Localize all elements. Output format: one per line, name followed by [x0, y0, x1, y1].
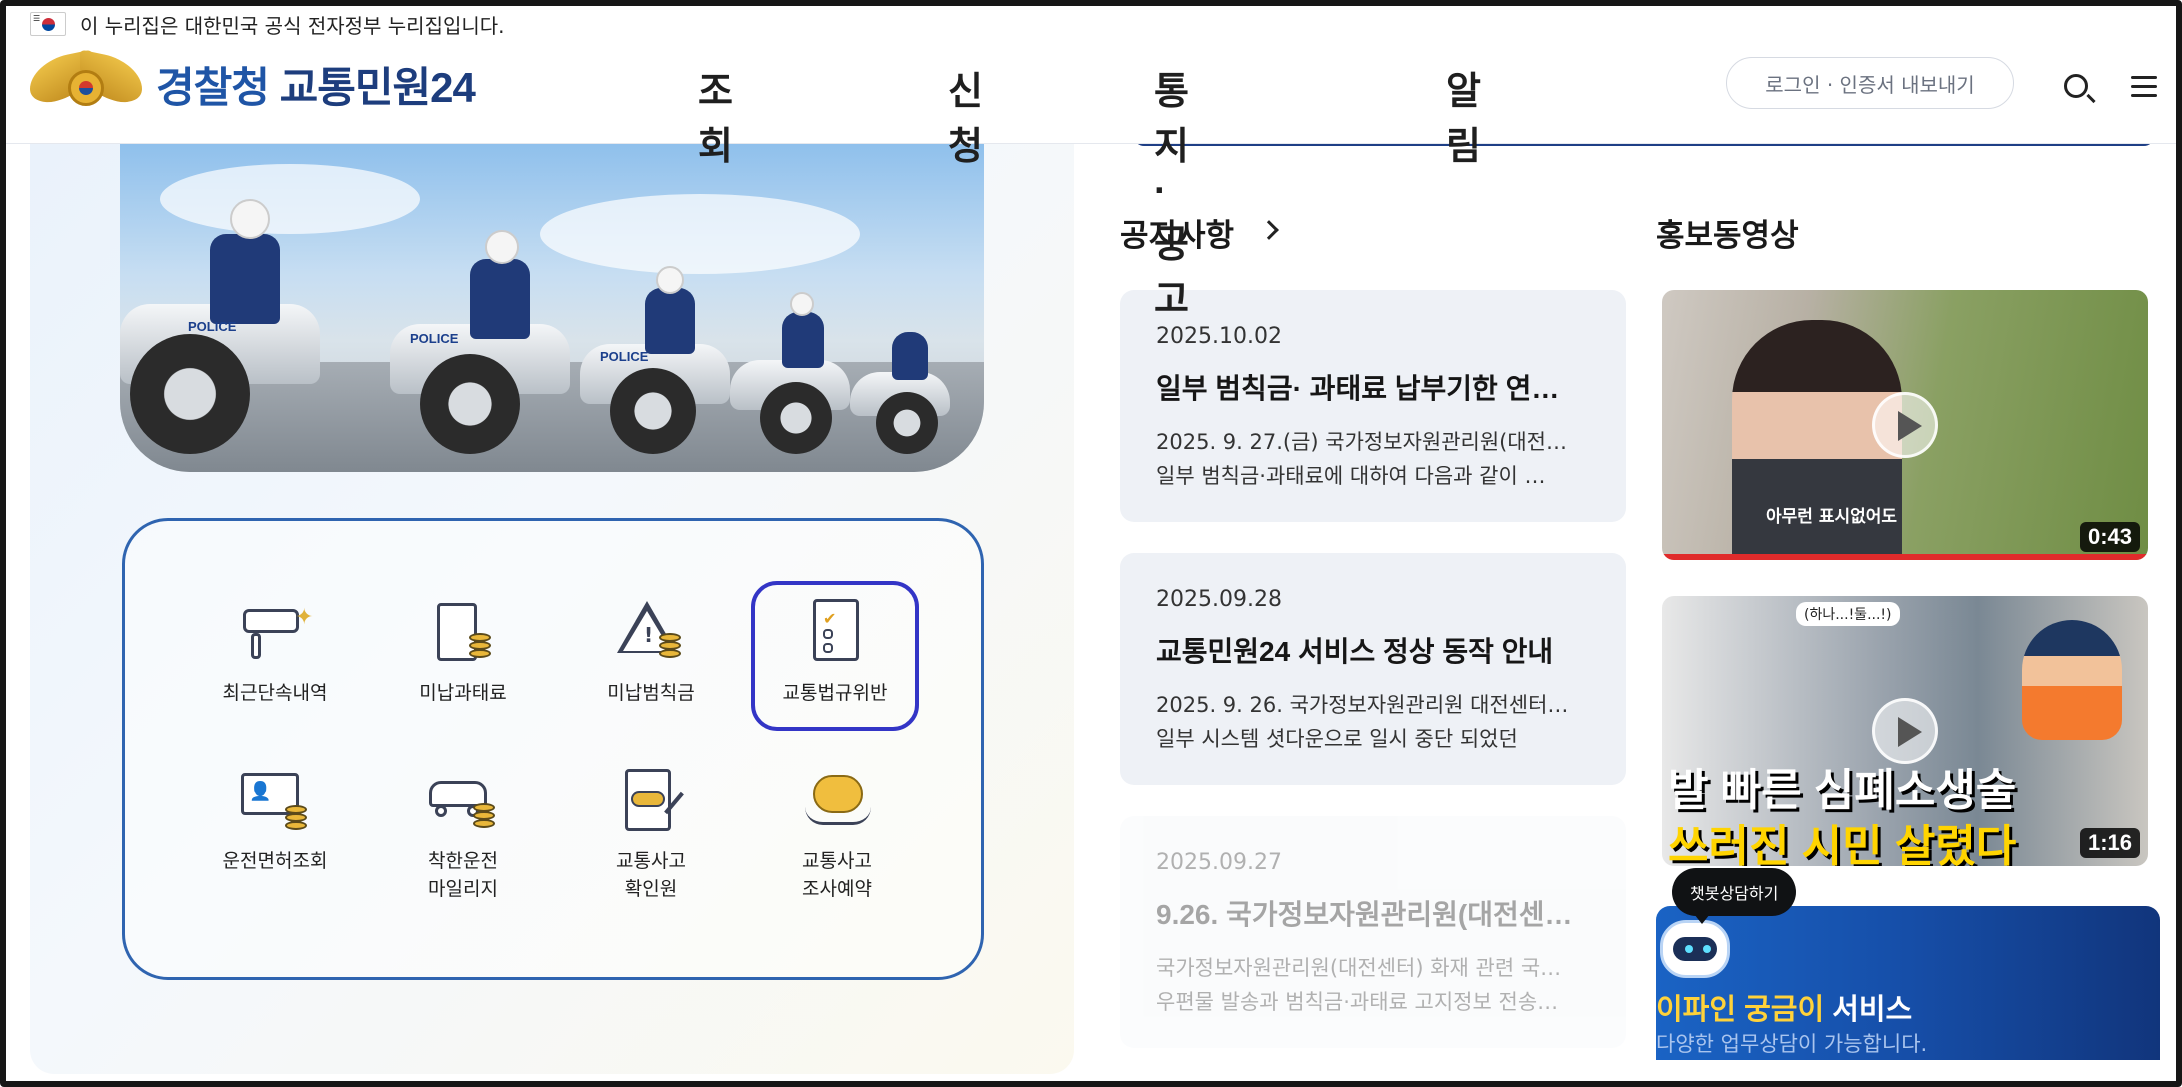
chevron-right-icon[interactable] — [1259, 220, 1279, 240]
service-shortcuts-box: ✦ 최근단속내역 미납과태료 ! 미납범칙금 ✔ 교통법규위반 👤 운전면허조회… — [122, 518, 984, 980]
notice-excerpt-line: 일부 범칙금·과태료에 대하여 다음과 같이 … — [1156, 464, 1546, 488]
logo-text-agency: 경찰청 — [156, 63, 270, 111]
service-safe-driving-mileage[interactable]: 착한운전 마일리지 — [379, 767, 547, 903]
notice-excerpt-line: 국가정보자원관리원(대전센터) 화재 관련 국… — [1156, 956, 1562, 980]
police-label: POLICE — [600, 349, 649, 364]
nav-item-apply[interactable]: 신청 — [948, 60, 983, 170]
video-caption: (하나...!둘...!) — [1796, 602, 1900, 626]
police-emblem-icon — [30, 49, 142, 118]
logo-text-service: 교통민원24 — [279, 63, 476, 111]
service-label: 최근단속내역 — [222, 682, 328, 704]
police-label: POLICE — [410, 331, 459, 346]
notice-excerpt-line: 일부 시스템 셧다운으로 일시 중단 되었던 — [1156, 727, 1518, 751]
notice-excerpt-line: 2025. 9. 26. 국가정보자원관리원 대전센터… — [1156, 693, 1569, 717]
notice-date: 2025.10.02 — [1156, 324, 1282, 349]
nav-item-alerts[interactable]: 알림 — [1446, 60, 1481, 170]
chatbot-subtitle: 다양한 업무상담이 가능합니다. — [1656, 1032, 1928, 1056]
service-label: 미납범칙금 — [607, 682, 695, 704]
nav-item-inquiry[interactable]: 조회 — [698, 60, 733, 170]
chatbot-title-highlight: 이파인 궁금이 — [1656, 994, 1825, 1026]
play-icon[interactable] — [1872, 392, 1938, 458]
chatbot-title-rest: 서비스 — [1824, 994, 1913, 1026]
piggy-bank-icon — [799, 767, 875, 837]
service-accident-investigation-booking[interactable]: 교통사고 조사예약 — [753, 767, 921, 903]
gov-banner-text: 이 누리집은 대한민국 공식 전자정부 누리집입니다. — [80, 13, 505, 38]
notice-title: 일부 범칙금· 과태료 납부기한 연… — [1156, 373, 1560, 404]
notice-excerpt-line: 2025. 9. 27.(금) 국가정보자원관리원(대전… — [1156, 430, 1567, 454]
promo-video[interactable]: (하나...!둘...!) 발 빠른 심폐소생술 쓰러진 시민 살렸다 1:16 — [1662, 596, 2148, 866]
chatbot-banner[interactable]: 이파인 궁금이 서비스 다양한 업무상담이 가능합니다. — [1656, 906, 2160, 1060]
chatbot-tooltip[interactable]: 챗봇상담하기 — [1672, 868, 1797, 924]
accident-document-icon — [613, 767, 689, 837]
notice-excerpt: 2025. 9. 27.(금) 국가정보자원관리원(대전… 일부 범칙금·과태료… — [1156, 425, 1590, 493]
menu-button[interactable] — [2124, 66, 2164, 106]
notice-excerpt: 국가정보자원관리원(대전센터) 화재 관련 국… 우편물 발송과 범칙금·과태료… — [1156, 951, 1590, 1019]
service-label: 미납과태료 — [419, 682, 507, 704]
notice-title: 교통민원24 서비스 정상 동작 안내 — [1156, 636, 1554, 667]
service-license-inquiry[interactable]: 👤 운전면허조회 — [191, 767, 359, 875]
service-label: 교통법규위반 — [782, 682, 888, 704]
notice-card[interactable]: 2025.10.02 일부 범칙금· 과태료 납부기한 연… 2025. 9. … — [1120, 290, 1626, 522]
korea-flag-icon — [30, 12, 66, 36]
nav-item-notice-announcement[interactable]: 통지·공고 — [1154, 60, 1189, 323]
chatbot-title: 이파인 궁금이 서비스 — [1656, 986, 1912, 1028]
notice-date: 2025.09.28 — [1156, 587, 1282, 612]
notice-card[interactable]: 2025.09.28 교통민원24 서비스 정상 동작 안내 2025. 9. … — [1120, 553, 1626, 785]
video-progress-bar — [1662, 554, 2148, 560]
videos-title: 홍보동영상 — [1656, 218, 1799, 253]
play-icon[interactable] — [1872, 698, 1938, 764]
search-button[interactable] — [2056, 66, 2096, 106]
service-label: 착한운전 마일리지 — [428, 850, 498, 900]
video-thumbnail-illustration — [2022, 620, 2122, 740]
notice-date: 2025.09.27 — [1156, 850, 1282, 875]
notice-card[interactable]: 2025.09.27 9.26. 국가정보자원관리원(대전센… 국가정보자원관리… — [1120, 816, 1626, 1048]
gov-banner: 이 누리집은 대한민국 공식 전자정부 누리집입니다. — [30, 10, 505, 38]
receipt-coins-icon — [425, 599, 501, 669]
camera-icon: ✦ — [237, 599, 313, 669]
site-logo[interactable]: 경찰청 교통민원24 — [30, 49, 476, 118]
hero-image-police-motorcycles: POLICE POLICE POLICE — [120, 144, 984, 472]
video-caption: 아무런 표시없어도 — [1766, 507, 1898, 527]
logo-text: 경찰청 교통민원24 — [156, 54, 476, 115]
service-label: 교통사고 조사예약 — [802, 850, 872, 900]
police-label: POLICE — [188, 319, 237, 334]
quick-service-panel: POLICE POLICE POLICE ✦ 최근단속내역 미납과태료 ! 미납… — [30, 144, 1074, 1074]
service-unpaid-penalties[interactable]: ! 미납범칙금 — [567, 599, 735, 707]
notice-excerpt-line: 우편물 발송과 범칙금·과태료 고지정보 전송… — [1156, 990, 1559, 1014]
license-coins-icon: 👤 — [237, 767, 313, 837]
warning-coins-icon: ! — [613, 599, 689, 669]
video-headline: 쓰러진 시민 살렸다 — [1668, 822, 2017, 866]
login-button[interactable]: 로그인 · 인증서 내보내기 — [1726, 57, 2014, 109]
checklist-icon: ✔ — [797, 599, 873, 669]
hamburger-menu-icon — [2131, 75, 2157, 97]
car-coins-icon — [425, 767, 501, 837]
service-recent-enforcement[interactable]: ✦ 최근단속내역 — [191, 599, 359, 707]
video-headline: 발 빠른 심폐소생술 — [1668, 766, 2017, 815]
service-traffic-violation[interactable]: ✔ 교통법규위반 — [751, 581, 919, 731]
service-unpaid-fines[interactable]: 미납과태료 — [379, 599, 547, 707]
video-duration: 0:43 — [2079, 522, 2140, 552]
service-accident-certificate[interactable]: 교통사고 확인원 — [567, 767, 735, 903]
video-duration: 1:16 — [2079, 828, 2140, 858]
site-header: 경찰청 교통민원24 조회 신청 통지·공고 알림 로그인 · 인증서 내보내기 — [0, 40, 2182, 321]
promo-video[interactable]: 아무런 표시없어도 0:43 — [1662, 290, 2148, 560]
service-label: 교통사고 확인원 — [616, 850, 686, 900]
chatbot-robot-icon — [1660, 920, 1730, 978]
notice-excerpt: 2025. 9. 26. 국가정보자원관리원 대전센터… 일부 시스템 셧다운으… — [1156, 688, 1590, 756]
search-icon — [2064, 74, 2088, 98]
service-label: 운전면허조회 — [222, 850, 328, 872]
notice-title: 9.26. 국가정보자원관리원(대전센… — [1156, 899, 1573, 930]
